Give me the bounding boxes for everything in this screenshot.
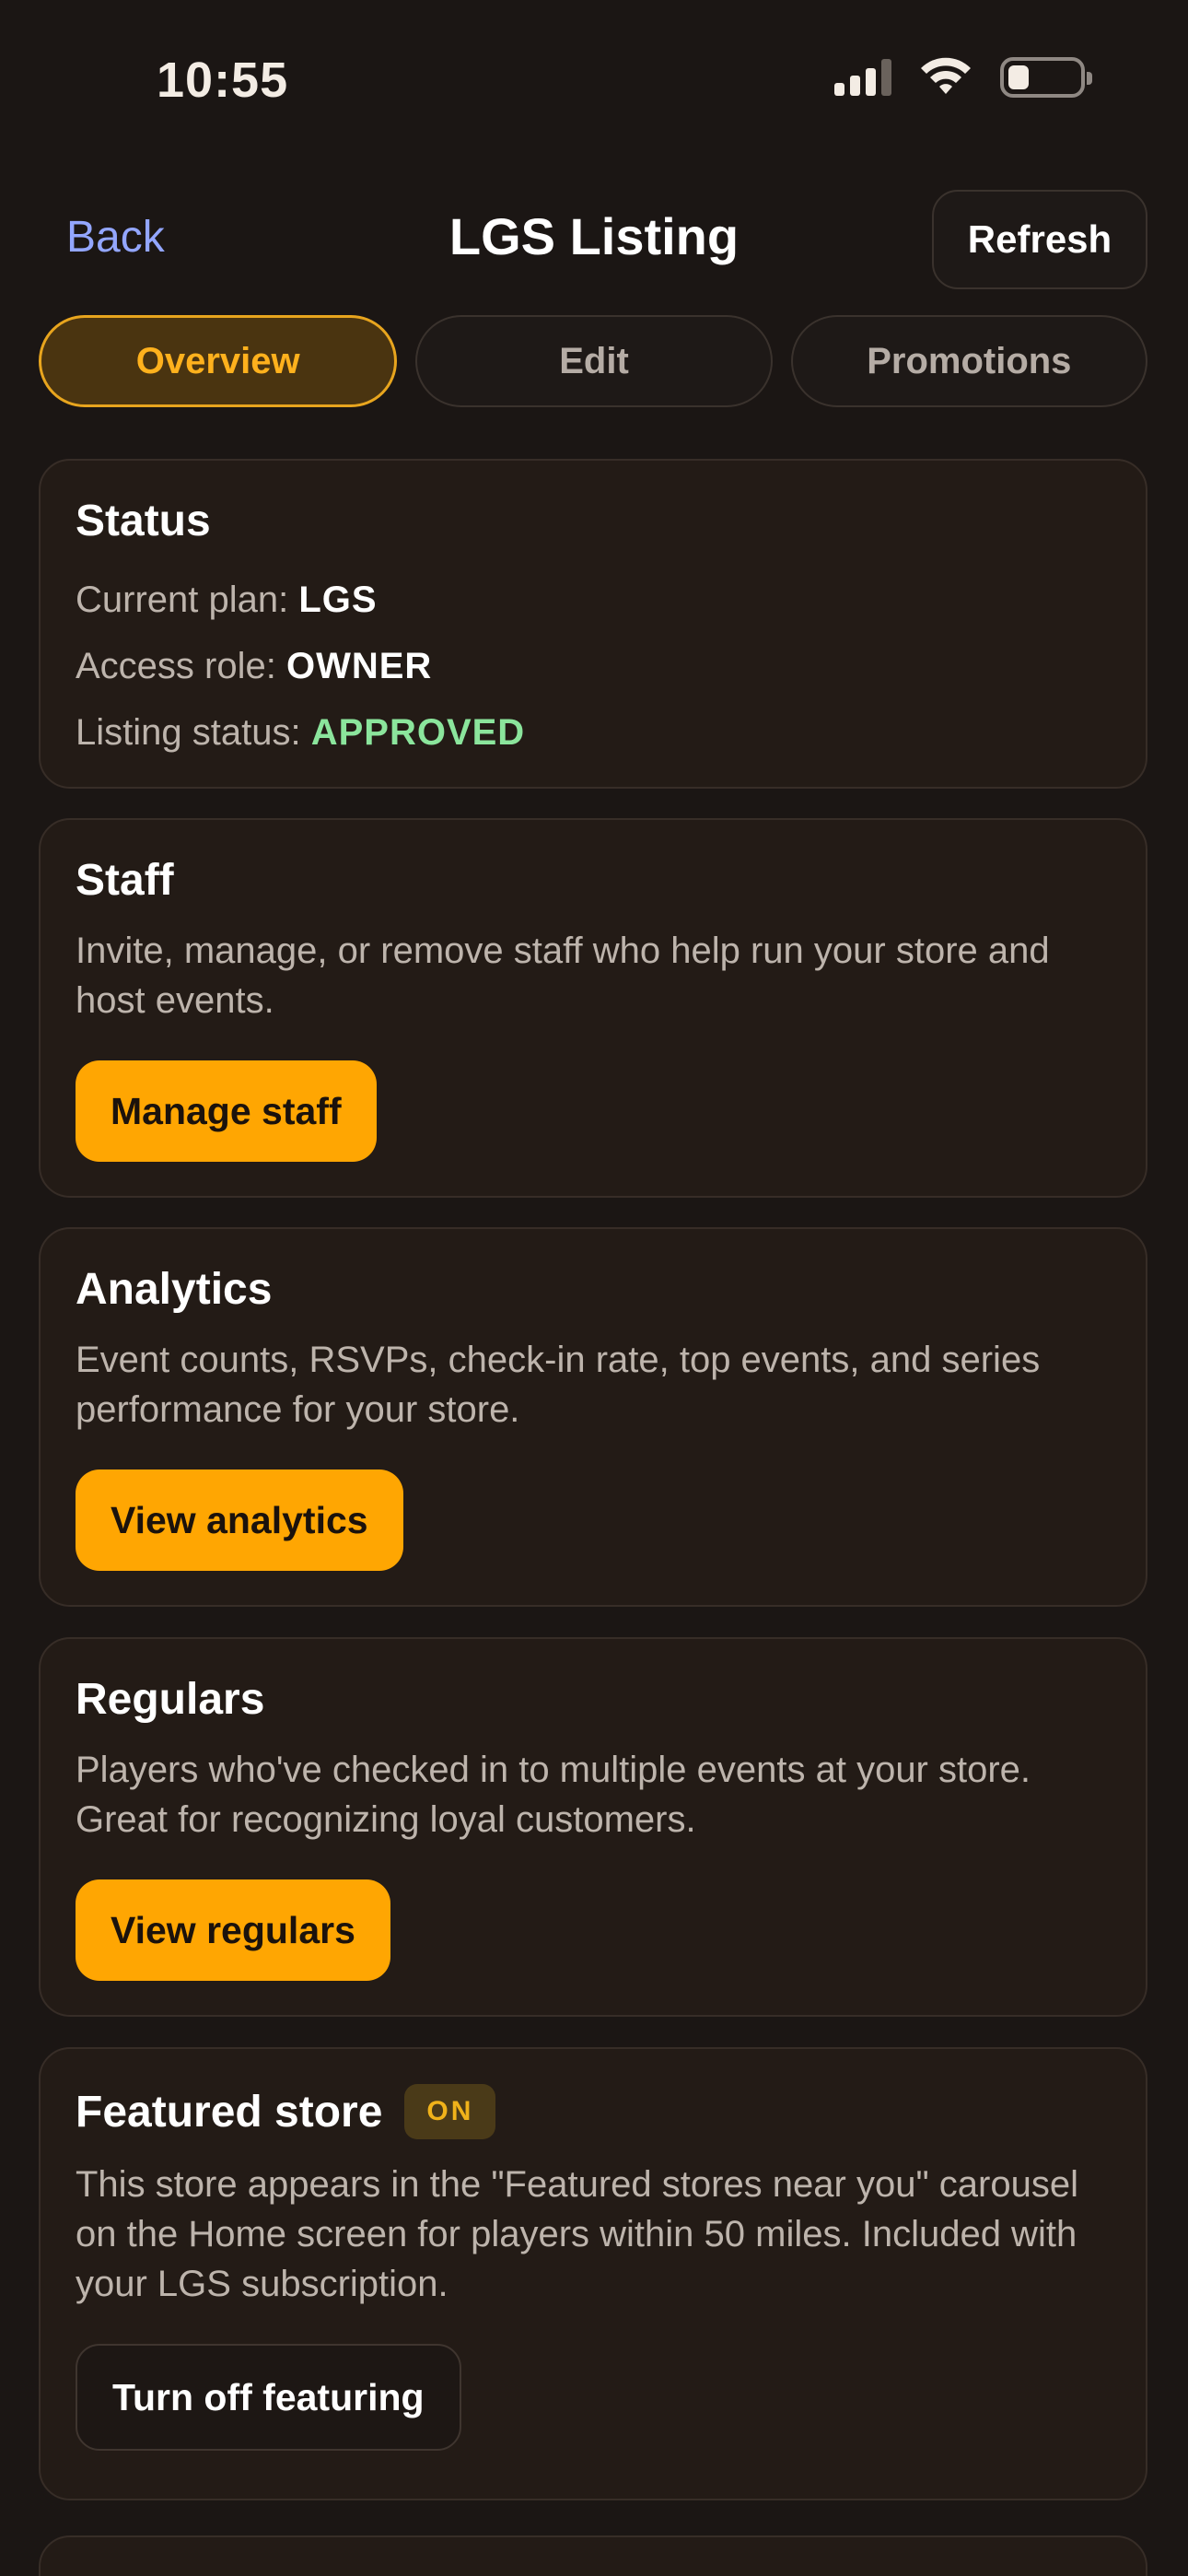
wifi-icon [921,57,971,94]
status-card-title: Status [76,497,211,545]
status-time: 10:55 [157,53,289,108]
header: Back LGS Listing Refresh [0,184,1188,295]
access-role-value: OWNER [285,646,433,686]
signal-icon [834,59,891,96]
regulars-card: Regulars Players who've checked in to mu… [39,1637,1147,2017]
featured-status-badge: ON [404,2084,496,2139]
access-role-label: Access role: [76,646,276,686]
status-card: Status Current plan: LGS Access role: OW… [39,459,1147,789]
refresh-button[interactable]: Refresh [932,190,1147,289]
current-plan-line: Current plan: LGS [76,567,1111,633]
status-icons [834,57,1092,98]
analytics-card: Analytics Event counts, RSVPs, check-in … [39,1227,1147,1607]
featured-store-card: Featured store ON This store appears in … [39,2047,1147,2500]
view-regulars-button[interactable]: View regulars [76,1879,390,1981]
status-bar: 10:55 [0,0,1188,157]
view-analytics-button[interactable]: View analytics [76,1469,403,1571]
staff-card-description: Invite, manage, or remove staff who help… [76,931,1050,1021]
featured-store-description: This store appears in the "Featured stor… [76,2164,1078,2304]
manage-staff-button[interactable]: Manage staff [76,1060,377,1162]
analytics-card-title: Analytics [76,1265,273,1314]
tab-promotions[interactable]: Promotions [790,315,1147,407]
screen: 10:55 Back LGS Listing Refresh Overview … [0,0,1188,2576]
regulars-card-title: Regulars [76,1675,265,1724]
access-role-line: Access role: OWNER [76,633,1111,699]
listing-status-value: APPROVED [310,712,526,753]
staff-card-title: Staff [76,856,174,905]
tab-bar: Overview Edit Promotions [39,315,1147,407]
current-plan-label: Current plan: [76,580,289,620]
staff-card: Staff Invite, manage, or remove staff wh… [39,818,1147,1198]
featured-store-title: Featured store [76,2087,383,2137]
turn-off-featuring-button[interactable]: Turn off featuring [76,2344,461,2451]
featured-store-header: Featured store ON [76,2084,1111,2139]
listing-status-label: Listing status: [76,712,301,753]
listing-status-line: Listing status: APPROVED [76,699,1111,766]
tab-edit[interactable]: Edit [415,315,773,407]
tab-overview[interactable]: Overview [39,315,398,407]
current-plan-value: LGS [298,580,378,620]
regulars-card-description: Players who've checked in to multiple ev… [76,1750,1031,1840]
next-card-partial [39,2535,1147,2576]
analytics-card-description: Event counts, RSVPs, check-in rate, top … [76,1340,1041,1430]
battery-icon [1000,57,1092,98]
